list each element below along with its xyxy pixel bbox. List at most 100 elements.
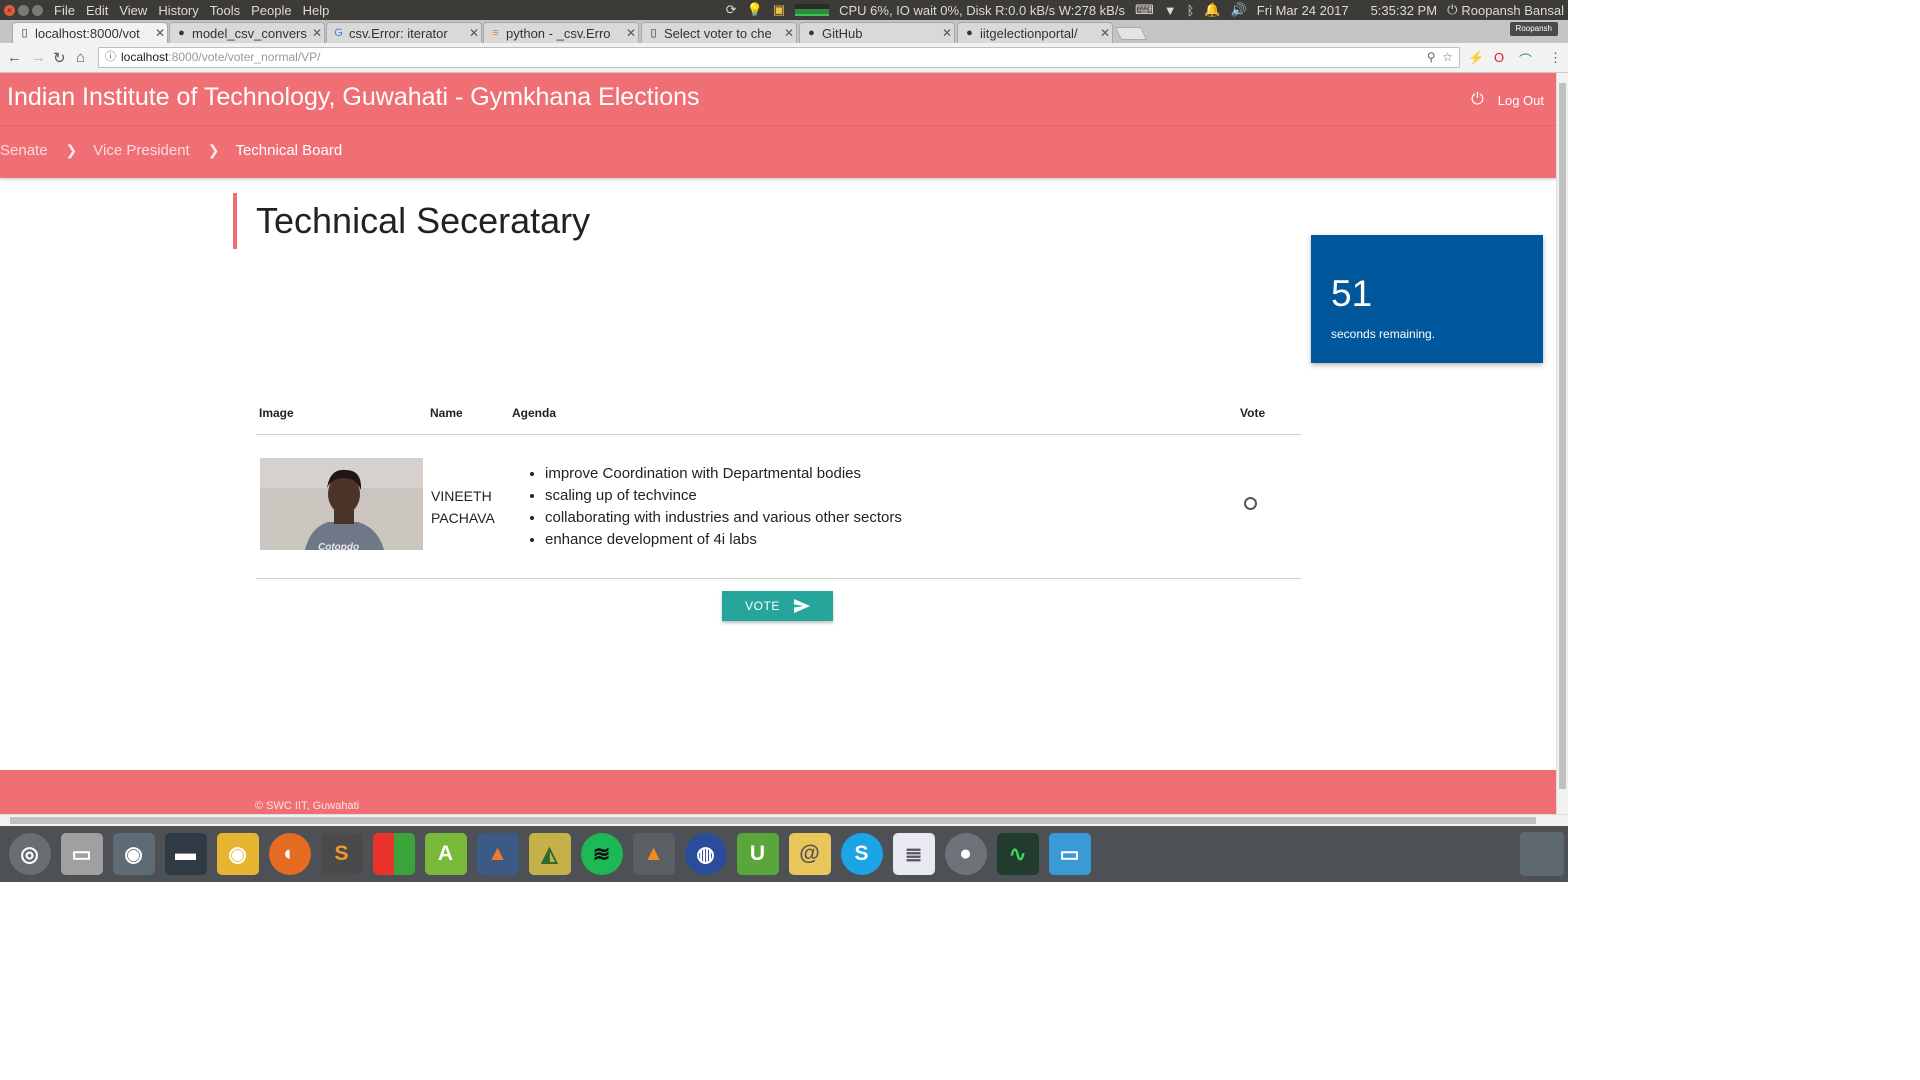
tab-close-icon[interactable]: ✕ [1098,26,1112,40]
dock-item-thunderbird[interactable]: @ [784,829,835,879]
scrollbar-thumb[interactable] [10,817,1536,824]
bulb-icon[interactable]: 💡 [747,2,763,18]
wifi-icon[interactable]: ▼ [1164,3,1177,18]
browser-tab[interactable]: ● iitgelectionportal/ ✕ [957,22,1113,43]
system-load-status[interactable]: CPU 6%, IO wait 0%, Disk R:0.0 kB/s W:27… [839,3,1125,18]
close-window-icon[interactable]: × [4,4,15,16]
notification-bell-icon[interactable]: 🔔 [1204,2,1220,18]
url-host: localhost [121,50,169,64]
tab-close-icon[interactable]: ✕ [624,26,638,40]
reload-icon[interactable]: ↻ [53,49,66,67]
menu-view[interactable]: View [119,3,147,18]
opera-icon[interactable]: O [1494,50,1504,65]
minimize-window-icon[interactable] [18,4,29,16]
dock-item-vlc[interactable]: ▲ [628,829,679,879]
back-arrow-icon[interactable]: ← [7,49,22,66]
vote-button-label: VOTE [745,599,780,613]
dock-item-gimp[interactable]: ◍ [680,829,731,879]
google-icon: G [334,26,343,39]
address-bar[interactable]: ⓘ localhost:8000/vote/voter_normal/VP/ ⚲… [98,47,1460,68]
new-tab-button[interactable] [1114,27,1148,40]
menu-edit[interactable]: Edit [86,3,108,18]
tab-close-icon[interactable]: ✕ [940,26,954,40]
dock-item-screenshot[interactable]: ◉ [108,829,159,879]
system-monitor-icon: ∿ [996,833,1039,875]
dock-item-text-editor[interactable]: ≣ [888,829,939,879]
zoom-search-icon[interactable]: ⚲ [1427,50,1436,64]
menu-help[interactable]: Help [303,3,330,18]
tab-close-icon[interactable]: ✕ [782,26,796,40]
browser-tab[interactable]: ● GitHub ✕ [799,22,955,43]
browser-tab[interactable]: ▯ localhost:8000/vot ✕ [12,22,168,43]
dock-item-chrome[interactable]: ◉ [212,829,263,879]
chevron-right-icon: ❯ [207,142,220,158]
indicator-icon[interactable]: ⟳ [726,2,737,18]
browser-tab[interactable]: ▯ Select voter to che ✕ [641,22,797,43]
bluetooth-icon[interactable]: ᛒ [1187,3,1195,18]
dock-item-matlab[interactable]: ▲ [472,829,523,879]
dock-item-android-studio[interactable]: A [420,829,471,879]
clock-time[interactable]: 5:35:32 PM [1371,3,1438,18]
dock-item-impress[interactable] [368,829,419,879]
screenshot-icon: ◉ [112,833,155,875]
extension-icon[interactable]: ⚡ [1468,50,1484,66]
power-icon[interactable]: ⏻ [1447,2,1457,18]
workspaces-icon: ▭ [1048,833,1091,875]
dock-item-settings[interactable]: ● [940,829,991,879]
dock-item-skype[interactable]: S [836,829,887,879]
clock-date[interactable]: Fri Mar 24 2017 [1257,3,1349,18]
keyboard-icon[interactable]: ⌨ [1135,2,1154,18]
tab-close-icon[interactable]: ✕ [467,26,481,40]
scrollbar-thumb[interactable] [1559,83,1566,789]
logout-button[interactable]: ⏻ Log Out [1471,91,1544,109]
power-icon: ⏻ [1471,91,1484,108]
home-icon[interactable]: ⌂ [76,49,85,66]
updates-icon[interactable]: ▣ [773,2,785,18]
tab-close-icon[interactable]: ✕ [310,26,324,40]
dock-item-system-monitor[interactable]: ∿ [992,829,1043,879]
breadcrumb-senate[interactable]: Senate [0,142,48,159]
bookmark-star-icon[interactable]: ☆ [1442,50,1453,64]
vertical-scrollbar[interactable] [1556,73,1568,814]
candidate-agenda: improve Coordination with Departmental b… [545,463,902,551]
browser-tab[interactable]: ● model_csv_convers ✕ [169,22,325,43]
info-icon[interactable]: ⓘ [105,48,116,67]
dock-item-unetbootin[interactable]: U [732,829,783,879]
os-top-panel: × File Edit View History Tools People He… [0,0,1568,20]
dock-item-dash[interactable]: ◎ [4,829,55,879]
menu-tools[interactable]: Tools [210,3,240,18]
chevron-right-icon: ❯ [65,142,78,158]
user-name[interactable]: Roopansh Bansal [1461,3,1564,18]
dock-item-wings[interactable]: ◭ [524,829,575,879]
dock-item-files[interactable]: ▭ [56,829,107,879]
dock-item-terminal[interactable]: ▬ [160,829,211,879]
breadcrumb-vice-president[interactable]: Vice President [93,142,189,159]
extension-arc-icon[interactable]: ⌒ [1519,50,1532,69]
horizontal-scrollbar[interactable] [0,814,1568,826]
tab-close-icon[interactable]: ✕ [153,26,167,40]
browser-tab[interactable]: ≡ python - _csv.Erro ✕ [483,22,639,43]
dock-item-spotify[interactable]: ≋ [576,829,627,879]
menu-history[interactable]: History [158,3,198,18]
stackoverflow-icon: ≡ [492,26,499,39]
browser-tab[interactable]: G csv.Error: iterator ✕ [326,22,482,43]
chrome-menu-icon[interactable]: ⋮ [1549,50,1562,66]
dock-item-sublime[interactable]: S [316,829,367,879]
dock-item-workspaces[interactable]: ▭ [1044,829,1095,879]
menu-file[interactable]: File [54,3,75,18]
breadcrumb-technical-board[interactable]: Technical Board [235,142,342,159]
maximize-window-icon[interactable] [32,4,43,16]
header-name: Name [430,406,463,420]
forward-arrow-icon[interactable]: → [31,49,46,66]
chrome-icon: ◉ [216,833,259,875]
vote-radio[interactable] [1244,497,1257,510]
profile-button[interactable]: Roopansh [1509,22,1558,36]
menu-people[interactable]: People [251,3,291,18]
volume-icon[interactable]: 🔊 [1231,2,1247,18]
header-vote: Vote [1240,406,1266,420]
omnibox-actions: ⚲ ☆ [1427,48,1453,67]
vote-button[interactable]: VOTE [722,591,833,621]
dock-item-firefox[interactable]: ◐ [264,829,315,879]
cpu-graph-icon[interactable] [795,4,830,16]
trash-icon[interactable] [1520,832,1564,876]
